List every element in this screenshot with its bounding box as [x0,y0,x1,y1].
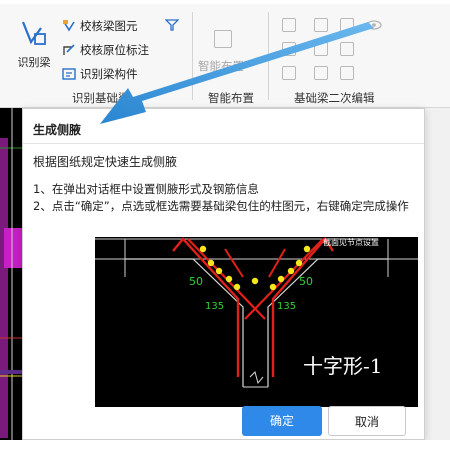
identify-member-icon [62,67,76,81]
tooltip-description: 根据图纸规定快速生成侧腋 [33,155,178,169]
right-panel-edge [424,108,450,475]
edit-icon-3[interactable] [340,18,354,32]
edit-icon-8[interactable] [314,66,328,80]
identify-beam-icon [19,18,49,48]
image-label-top-right: 截面见节点设置 [323,237,379,247]
smart-layout-button[interactable]: 智能布置 [198,58,244,74]
identify-beam-label: 识别梁 [17,56,51,69]
eye-icon[interactable] [366,16,382,30]
cancel-button[interactable]: 取消 [328,406,406,436]
edit-icon-5[interactable] [314,42,328,56]
filter-icon [164,18,180,32]
ribbon-toolbar: 识别梁 校核梁图元 校核原位标注 识别梁构件 智能布置 识别基础梁 智能布置 基… [0,4,450,108]
check-beam-element-label: 校核梁图元 [80,19,138,33]
tooltip-title: 生成侧腋 [33,123,82,137]
filter-icon-button[interactable] [164,18,180,32]
image-caption: 十字形-1 [303,354,382,378]
tooltip-step-1: 1、在弹出对话框中设置侧腋形式及钢筋信息 [33,182,259,196]
group-label-identify-foundation: 识别基础梁 [72,91,130,105]
image-angle-right: 135 [277,301,296,312]
identify-beam-button[interactable]: 识别梁 [12,18,56,70]
edit-icon-4[interactable] [282,42,296,56]
image-angle-left: 135 [205,301,224,312]
tooltip-step-2: 2、点击“确定”，点选或框选需要基础梁包住的柱图元，右键确定完成操作 [33,199,409,213]
edit-icon-7[interactable] [282,66,296,80]
check-annotation-icon [62,43,76,57]
smart-layout-label: 智能布置 [198,59,244,73]
check-beam-icon [62,19,76,33]
check-origin-annotation-button[interactable]: 校核原位标注 [62,42,149,58]
ribbon-separator [268,12,269,100]
identify-beam-member-button[interactable]: 识别梁构件 [62,66,138,82]
ok-button[interactable]: 确定 [242,406,322,436]
bottom-edge [0,440,450,475]
identify-beam-member-label: 识别梁构件 [80,67,138,81]
check-origin-annotation-label: 校核原位标注 [80,43,149,57]
edit-icon-6[interactable] [340,42,354,56]
group-label-secondary-edit: 基础梁二次编辑 [294,91,375,105]
ribbon-separator [192,12,193,100]
edit-icon-9[interactable] [340,66,354,80]
edit-icon-2[interactable] [314,18,328,32]
image-label-50-right: 50 [299,275,313,288]
group-label-smart-layout: 智能布置 [208,91,254,105]
tooltip-example-image: 50 50 135 135 截面见节点设置 十字形-1 [33,237,418,407]
tooltip-divider [23,143,424,144]
smart-layout-icon [214,30,232,48]
edit-icon-1[interactable] [282,18,296,32]
feature-tooltip: 生成侧腋 根据图纸规定快速生成侧腋 1、在弹出对话框中设置侧腋形式及钢筋信息 2… [22,108,425,440]
image-label-50-left: 50 [189,275,203,288]
check-beam-element-button[interactable]: 校核梁图元 [62,18,138,34]
